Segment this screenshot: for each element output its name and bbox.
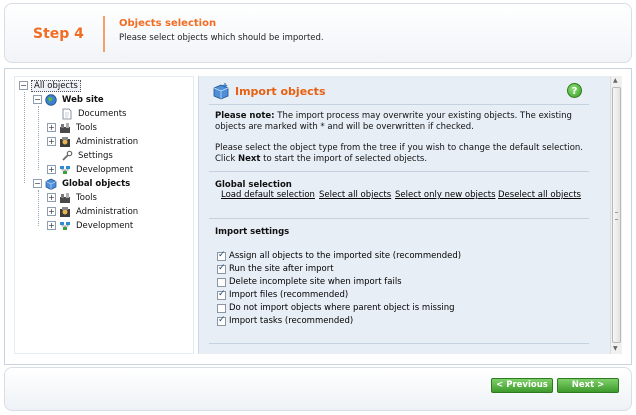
collapse-icon[interactable]: − — [19, 81, 28, 90]
tree-node-label[interactable]: Tools — [74, 123, 99, 133]
checkbox-box[interactable] — [217, 303, 226, 313]
tree-node-label[interactable]: Administration — [74, 207, 140, 217]
checkbox-label[interactable]: Import files (recommended) — [229, 290, 348, 300]
tree-node-all-objects[interactable]: − All objects — [19, 79, 81, 92]
cube-icon — [45, 178, 57, 190]
content-scrollbar[interactable]: ▲ ▼ — [610, 76, 622, 354]
instructions-2: Click Next to start the import of select… — [215, 154, 428, 164]
tree-node-global-tools[interactable]: + Tools — [47, 191, 99, 204]
tree-node-label[interactable]: Web site — [60, 95, 106, 105]
tools-icon — [60, 122, 70, 133]
assign-objects-checkbox[interactable]: Assign all objects to the imported site … — [217, 250, 461, 262]
tree-node-label[interactable]: Global objects — [60, 179, 132, 189]
tree-node-label[interactable]: Development — [74, 221, 135, 231]
help-icon[interactable]: ? — [567, 83, 582, 98]
grip-icon — [615, 212, 618, 220]
tree-node-label[interactable]: Settings — [76, 151, 115, 161]
checkbox-box[interactable] — [217, 289, 226, 300]
select-all-objects-link[interactable]: Select all objects — [319, 190, 391, 200]
checkbox-label[interactable]: Run the site after import — [229, 264, 334, 274]
collapse-icon[interactable]: − — [33, 95, 42, 104]
delete-incomplete-site-checkbox[interactable]: Delete incomplete site when import fails — [217, 276, 402, 288]
scrollbar-thumb[interactable] — [612, 87, 621, 343]
tree-node-global-administration[interactable]: + Administration — [47, 205, 140, 218]
import-tasks-checkbox[interactable]: Import tasks (recommended) — [217, 315, 353, 327]
checkbox-box[interactable] — [217, 315, 226, 326]
tree-line — [38, 190, 39, 226]
expand-icon[interactable]: + — [47, 193, 56, 202]
tree-line — [24, 92, 25, 183]
expand-icon[interactable]: + — [47, 123, 56, 132]
tree-node-web-site[interactable]: − Web site — [33, 93, 106, 106]
checkbox-box[interactable] — [217, 277, 226, 287]
divider — [209, 104, 589, 105]
tree-node-label[interactable]: Documents — [76, 109, 128, 119]
import-box-icon — [213, 83, 229, 100]
administration-icon — [60, 206, 70, 217]
load-default-selection-link[interactable]: Load default selection — [221, 190, 315, 200]
skip-missing-parent-checkbox[interactable]: Do not import objects where parent objec… — [217, 302, 455, 314]
expand-icon[interactable]: + — [47, 137, 56, 146]
tree-line — [38, 106, 39, 170]
checkbox-box[interactable] — [217, 250, 226, 261]
header-divider — [103, 16, 105, 52]
tree-node-label[interactable]: All objects — [31, 79, 81, 92]
overwrite-note: Please note: The import process may over… — [215, 111, 585, 133]
document-icon — [62, 108, 72, 119]
select-only-new-objects-link[interactable]: Select only new objects — [395, 190, 496, 200]
import-objects-panel: Import objects ? Please note: The import… — [198, 76, 610, 354]
expand-icon[interactable]: + — [47, 165, 56, 174]
tools-icon — [60, 192, 70, 203]
scroll-up-icon[interactable]: ▲ — [613, 77, 618, 84]
checkbox-label[interactable]: Import tasks (recommended) — [229, 316, 353, 326]
step-title: Objects selection — [119, 18, 217, 29]
tree-node-label[interactable]: Tools — [74, 193, 99, 203]
divider — [209, 171, 589, 172]
step-number: Step 4 — [33, 26, 84, 42]
panel-title: Import objects — [235, 85, 326, 98]
checkbox-box[interactable] — [217, 263, 226, 274]
development-icon — [60, 221, 70, 230]
global-selection-title: Global selection — [215, 180, 292, 190]
expand-icon[interactable]: + — [47, 221, 56, 230]
instructions-1: Please select the object type from the t… — [215, 143, 584, 153]
divider — [209, 218, 589, 219]
wrench-icon — [62, 150, 73, 161]
divider — [209, 343, 589, 344]
development-icon — [60, 165, 70, 174]
note-label: Please note: — [215, 111, 275, 121]
tree-node-global-objects[interactable]: − Global objects — [33, 177, 132, 190]
import-settings-title: Import settings — [215, 227, 290, 237]
tree-node-tools[interactable]: + Tools — [47, 121, 99, 134]
step-subtitle: Please select objects which should be im… — [119, 33, 324, 43]
tree-node-development[interactable]: + Development — [47, 163, 135, 176]
tree-node-administration[interactable]: + Administration — [47, 135, 140, 148]
tree-node-label[interactable]: Development — [74, 165, 135, 175]
checkbox-label[interactable]: Delete incomplete site when import fails — [229, 277, 402, 287]
import-files-checkbox[interactable]: Import files (recommended) — [217, 289, 348, 301]
checkbox-label[interactable]: Assign all objects to the imported site … — [229, 251, 461, 261]
scroll-down-icon[interactable]: ▼ — [613, 345, 618, 352]
checkbox-label[interactable]: Do not import objects where parent objec… — [229, 303, 455, 313]
tree-node-global-development[interactable]: + Development — [47, 219, 135, 232]
collapse-icon[interactable]: − — [33, 179, 42, 188]
deselect-all-objects-link[interactable]: Deselect all objects — [498, 190, 581, 200]
tree-node-documents[interactable]: Documents — [61, 107, 128, 120]
administration-icon — [60, 136, 70, 147]
run-site-checkbox[interactable]: Run the site after import — [217, 263, 334, 275]
tree-node-settings[interactable]: Settings — [61, 149, 115, 162]
globe-icon — [45, 93, 57, 106]
wizard-header: Step 4 Objects selection Please select o… — [4, 3, 632, 63]
expand-icon[interactable]: + — [47, 207, 56, 216]
previous-button[interactable]: < Previous — [491, 378, 553, 393]
next-button[interactable]: Next > — [557, 378, 619, 393]
tree-node-label[interactable]: Administration — [74, 137, 140, 147]
